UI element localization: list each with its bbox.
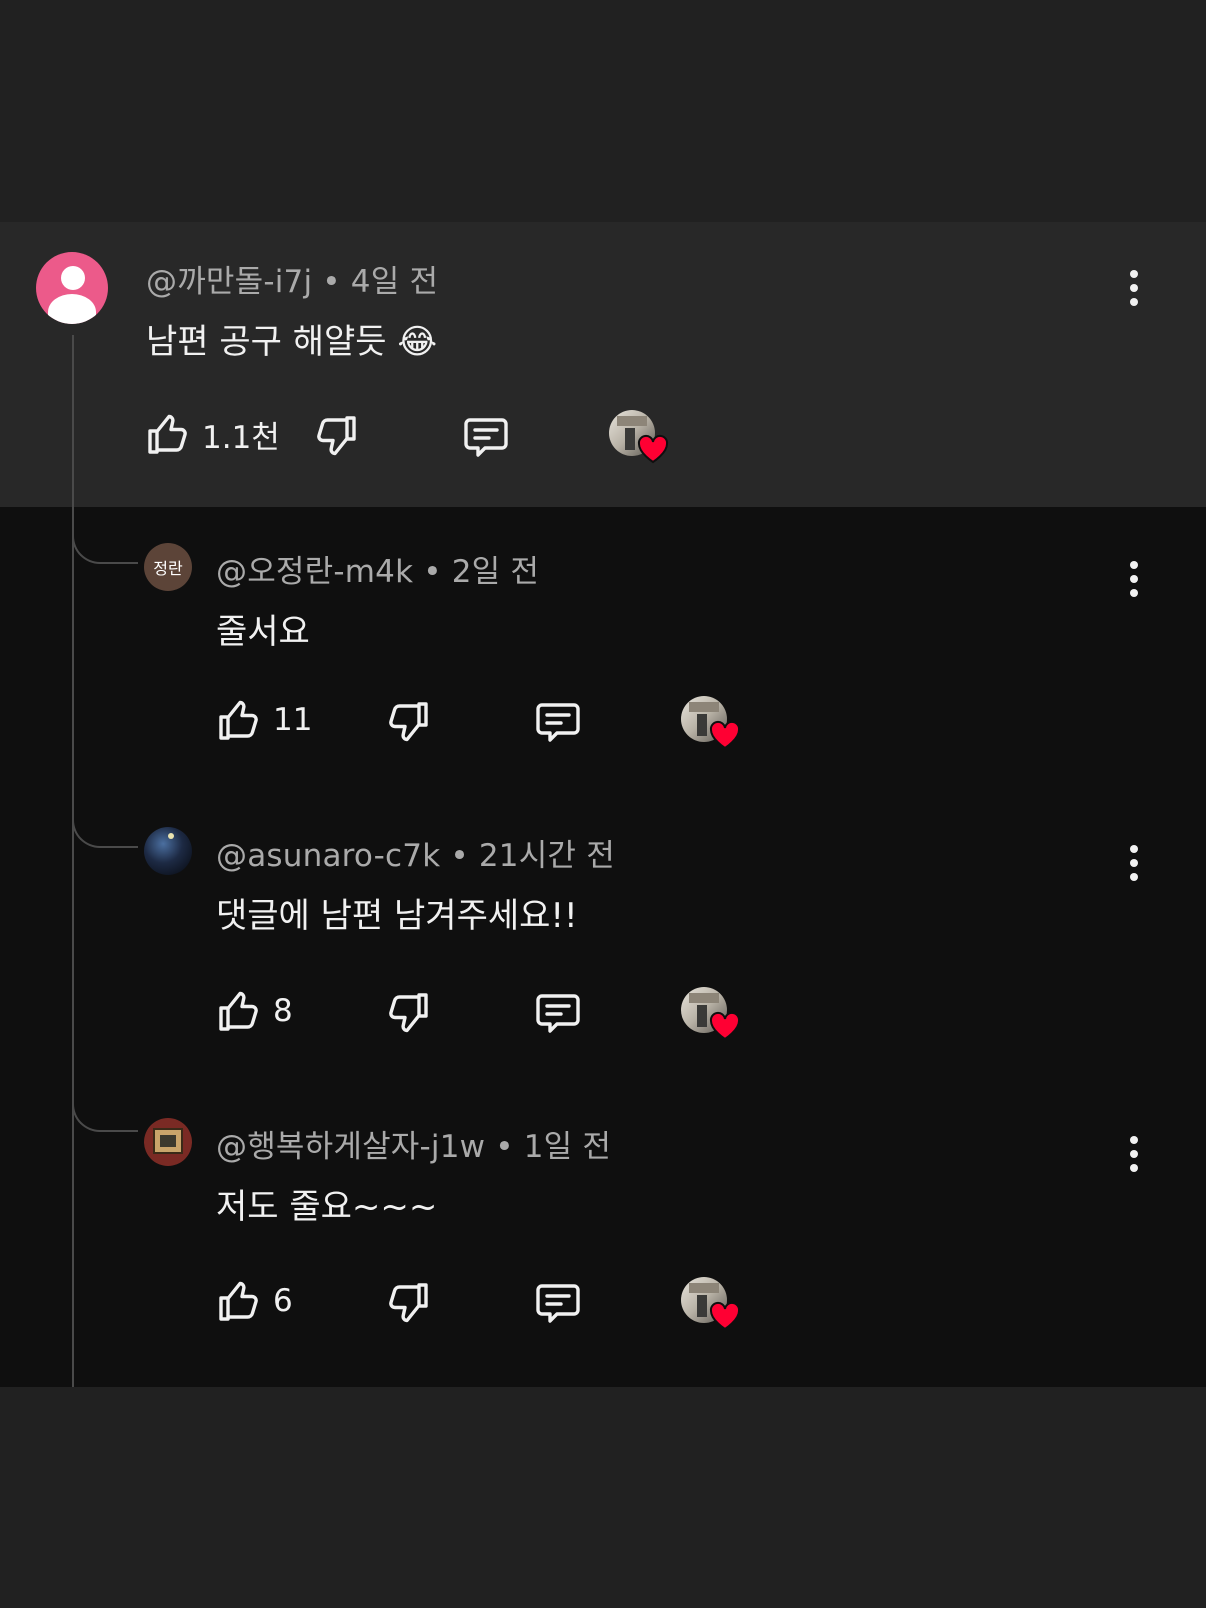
replies-background xyxy=(0,507,1206,1387)
creator-heart-icon xyxy=(709,720,741,754)
reply-button[interactable] xyxy=(533,988,583,1038)
meta-separator: • xyxy=(423,554,442,590)
meta-separator: • xyxy=(450,838,469,874)
creator-heart xyxy=(681,1277,743,1333)
creator-heart-icon xyxy=(709,1301,741,1335)
like-button[interactable]: 1.1천 xyxy=(144,410,280,458)
creator-heart xyxy=(609,410,671,466)
reply-author[interactable]: @행복하게살자-j1w xyxy=(216,1129,485,1165)
more-vertical-icon[interactable] xyxy=(1128,845,1140,885)
reply-meta: @asunaro-c7k • 21시간 전 xyxy=(216,830,615,875)
avatar[interactable] xyxy=(36,252,108,324)
comment-icon xyxy=(533,697,583,747)
thumbs-down-icon xyxy=(312,412,360,460)
comment-icon xyxy=(533,988,583,1038)
comment-text: 남편 공구 해얄듯 😂 xyxy=(146,322,438,362)
dislike-button[interactable] xyxy=(312,412,360,460)
reply-connector xyxy=(72,804,138,848)
comment-icon xyxy=(533,1278,583,1328)
reply-button[interactable] xyxy=(533,1278,583,1328)
top-empty-area xyxy=(0,0,1206,222)
like-button[interactable]: 8 xyxy=(215,987,293,1035)
reply-connector xyxy=(72,520,138,564)
avatar[interactable] xyxy=(144,827,192,875)
reply-author[interactable]: @asunaro-c7k xyxy=(216,838,440,874)
thumbs-down-icon xyxy=(384,698,432,746)
meta-separator: • xyxy=(322,264,341,300)
comment-icon xyxy=(461,412,511,462)
meta-separator: • xyxy=(495,1129,514,1165)
user-silhouette-icon xyxy=(61,266,85,290)
reply-meta: @오정란-m4k • 2일 전 xyxy=(216,546,539,591)
like-count: 1.1천 xyxy=(202,419,280,456)
thumbs-up-icon xyxy=(215,1277,263,1325)
like-button[interactable]: 6 xyxy=(215,1277,293,1325)
comment-author[interactable]: @까만돌-i7j xyxy=(146,264,312,300)
like-button[interactable]: 11 xyxy=(215,696,312,744)
reply-meta: @행복하게살자-j1w • 1일 전 xyxy=(216,1121,611,1166)
comment-meta: @까만돌-i7j • 4일 전 xyxy=(146,256,438,301)
creator-heart xyxy=(681,696,743,752)
comment-time: 4일 전 xyxy=(350,264,439,300)
like-count: 6 xyxy=(273,1283,293,1319)
creator-heart xyxy=(681,987,743,1043)
thumbs-up-icon xyxy=(215,987,263,1035)
bottom-empty-area xyxy=(0,1387,1206,1608)
reply-connector xyxy=(72,1088,138,1132)
more-vertical-icon[interactable] xyxy=(1128,270,1140,310)
thumbs-down-icon xyxy=(384,989,432,1037)
thumbs-down-icon xyxy=(384,1279,432,1327)
reply-text: 댓글에 남편 남겨주세요!! xyxy=(216,896,578,936)
creator-heart-icon xyxy=(637,434,669,468)
more-vertical-icon[interactable] xyxy=(1128,1136,1140,1176)
avatar[interactable] xyxy=(144,1118,192,1166)
avatar[interactable]: 정란 xyxy=(144,543,192,591)
more-vertical-icon[interactable] xyxy=(1128,561,1140,601)
reply-button[interactable] xyxy=(461,412,511,462)
avatar-initials: 정란 xyxy=(153,559,183,578)
reply-time: 2일 전 xyxy=(451,554,540,590)
thumbs-up-icon xyxy=(215,696,263,744)
dislike-button[interactable] xyxy=(384,698,432,746)
thumbs-up-icon xyxy=(144,410,192,458)
reply-button[interactable] xyxy=(533,697,583,747)
reply-time: 21시간 전 xyxy=(478,838,615,874)
reply-author[interactable]: @오정란-m4k xyxy=(216,554,413,590)
dislike-button[interactable] xyxy=(384,989,432,1037)
reply-time: 1일 전 xyxy=(523,1129,612,1165)
thread-line xyxy=(72,335,74,1387)
like-count: 8 xyxy=(273,993,293,1029)
dislike-button[interactable] xyxy=(384,1279,432,1327)
like-count: 11 xyxy=(273,702,313,738)
reply-text: 줄서요 xyxy=(216,612,310,652)
creator-heart-icon xyxy=(709,1011,741,1045)
reply-text: 저도 줄요~~~ xyxy=(216,1187,438,1227)
